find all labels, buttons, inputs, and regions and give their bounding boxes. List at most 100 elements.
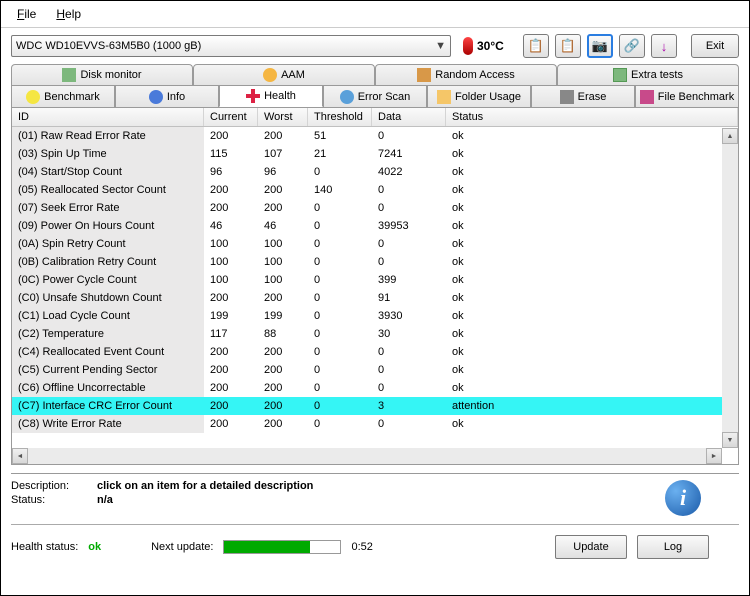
- link-button[interactable]: 🔗: [619, 34, 645, 58]
- tabs-row-1: Disk monitor AAM Random Access Extra tes…: [11, 64, 739, 85]
- exit-button[interactable]: Exit: [691, 34, 739, 58]
- download-button[interactable]: ↓: [651, 34, 677, 58]
- copy2-button[interactable]: 📋: [555, 34, 581, 58]
- table-row[interactable]: (C4) Reallocated Event Count20020000ok: [12, 343, 738, 361]
- tab-folder-usage[interactable]: Folder Usage: [427, 85, 531, 107]
- tab-extra-tests[interactable]: Extra tests: [557, 64, 739, 85]
- cell-worst: 200: [258, 415, 308, 433]
- table-row[interactable]: (C0) Unsafe Shutdown Count200200091ok: [12, 289, 738, 307]
- cell-current: 200: [204, 181, 258, 199]
- cell-worst: 200: [258, 361, 308, 379]
- cell-worst: 100: [258, 253, 308, 271]
- col-id[interactable]: ID: [12, 108, 204, 126]
- cell-worst: 200: [258, 181, 308, 199]
- table-row[interactable]: (0A) Spin Retry Count10010000ok: [12, 235, 738, 253]
- cell-data: 3930: [372, 307, 446, 325]
- cell-current: 200: [204, 361, 258, 379]
- cell-status: ok: [446, 307, 738, 325]
- tab-file-benchmark[interactable]: File Benchmark: [635, 85, 739, 107]
- col-current[interactable]: Current: [204, 108, 258, 126]
- vertical-scrollbar[interactable]: ▲ ▼: [722, 128, 738, 448]
- col-data[interactable]: Data: [372, 108, 446, 126]
- cell-data: 39953: [372, 217, 446, 235]
- filebench-icon: [640, 90, 654, 104]
- log-button[interactable]: Log: [637, 535, 709, 559]
- health-status-value: ok: [88, 541, 101, 553]
- table-row[interactable]: (01) Raw Read Error Rate200200510ok: [12, 127, 738, 145]
- menu-file[interactable]: File: [9, 3, 44, 25]
- table-row[interactable]: (C5) Current Pending Sector20020000ok: [12, 361, 738, 379]
- tab-erase[interactable]: Erase: [531, 85, 635, 107]
- update-button[interactable]: Update: [555, 535, 627, 559]
- cell-status: ok: [446, 253, 738, 271]
- tab-disk-monitor[interactable]: Disk monitor: [11, 64, 193, 85]
- cell-current: 200: [204, 397, 258, 415]
- table-row[interactable]: (09) Power On Hours Count4646039953ok: [12, 217, 738, 235]
- scroll-up-icon[interactable]: ▲: [722, 128, 738, 144]
- table-row[interactable]: (C7) Interface CRC Error Count20020003at…: [12, 397, 738, 415]
- cell-status: ok: [446, 127, 738, 145]
- tab-info[interactable]: Info: [115, 85, 219, 107]
- update-progress: [223, 540, 341, 554]
- menu-help[interactable]: Help: [48, 3, 89, 25]
- col-worst[interactable]: Worst: [258, 108, 308, 126]
- col-threshold[interactable]: Threshold: [308, 108, 372, 126]
- info-icon[interactable]: i: [665, 480, 701, 516]
- cell-worst: 200: [258, 397, 308, 415]
- tab-aam[interactable]: AAM: [193, 64, 375, 85]
- status-value: n/a: [97, 494, 113, 506]
- copy-button[interactable]: 📋: [523, 34, 549, 58]
- health-icon: [246, 89, 260, 103]
- table-row[interactable]: (03) Spin Up Time115107217241ok: [12, 145, 738, 163]
- benchmark-icon: [26, 90, 40, 104]
- table-row[interactable]: (C8) Write Error Rate20020000ok: [12, 415, 738, 433]
- scroll-down-icon[interactable]: ▼: [722, 432, 738, 448]
- tab-benchmark[interactable]: Benchmark: [11, 85, 115, 107]
- cell-threshold: 0: [308, 307, 372, 325]
- horizontal-scrollbar[interactable]: ◄ ►: [12, 448, 722, 464]
- cell-data: 399: [372, 271, 446, 289]
- cell-id: (C0) Unsafe Shutdown Count: [12, 289, 204, 307]
- col-status[interactable]: Status: [446, 108, 738, 126]
- scan-icon: [340, 90, 354, 104]
- scroll-right-icon[interactable]: ►: [706, 448, 722, 464]
- cell-worst: 200: [258, 289, 308, 307]
- table-row[interactable]: (07) Seek Error Rate20020000ok: [12, 199, 738, 217]
- table-row[interactable]: (C6) Offline Uncorrectable20020000ok: [12, 379, 738, 397]
- cell-id: (C8) Write Error Rate: [12, 415, 204, 433]
- health-status-label: Health status:: [11, 541, 78, 553]
- aam-icon: [263, 68, 277, 82]
- cell-current: 100: [204, 271, 258, 289]
- description-label: Description:: [11, 480, 97, 492]
- cell-status: ok: [446, 379, 738, 397]
- screenshot-button[interactable]: 📷: [587, 34, 613, 58]
- table-row[interactable]: (0B) Calibration Retry Count10010000ok: [12, 253, 738, 271]
- table-row[interactable]: (0C) Power Cycle Count1001000399ok: [12, 271, 738, 289]
- scroll-left-icon[interactable]: ◄: [12, 448, 28, 464]
- table-row[interactable]: (04) Start/Stop Count969604022ok: [12, 163, 738, 181]
- tab-random-access[interactable]: Random Access: [375, 64, 557, 85]
- cell-data: 0: [372, 415, 446, 433]
- cell-worst: 200: [258, 199, 308, 217]
- erase-icon: [560, 90, 574, 104]
- cell-id: (07) Seek Error Rate: [12, 199, 204, 217]
- cell-status: ok: [446, 361, 738, 379]
- cell-worst: 100: [258, 271, 308, 289]
- table-row[interactable]: (C2) Temperature11788030ok: [12, 325, 738, 343]
- cell-id: (09) Power On Hours Count: [12, 217, 204, 235]
- cell-threshold: 0: [308, 397, 372, 415]
- cell-threshold: 0: [308, 271, 372, 289]
- cell-status: ok: [446, 217, 738, 235]
- table-row[interactable]: (05) Reallocated Sector Count2002001400o…: [12, 181, 738, 199]
- next-update-time: 0:52: [351, 541, 372, 553]
- table-row[interactable]: (C1) Load Cycle Count19919903930ok: [12, 307, 738, 325]
- cell-id: (C2) Temperature: [12, 325, 204, 343]
- cell-current: 200: [204, 127, 258, 145]
- tab-error-scan[interactable]: Error Scan: [323, 85, 427, 107]
- cell-id: (03) Spin Up Time: [12, 145, 204, 163]
- cell-current: 199: [204, 307, 258, 325]
- tab-health[interactable]: Health: [219, 85, 323, 107]
- cell-current: 100: [204, 253, 258, 271]
- drive-select[interactable]: WDC WD10EVVS-63M5B0 (1000 gB) ▼: [11, 35, 451, 57]
- tabs-row-2: Benchmark Info Health Error Scan Folder …: [11, 85, 739, 107]
